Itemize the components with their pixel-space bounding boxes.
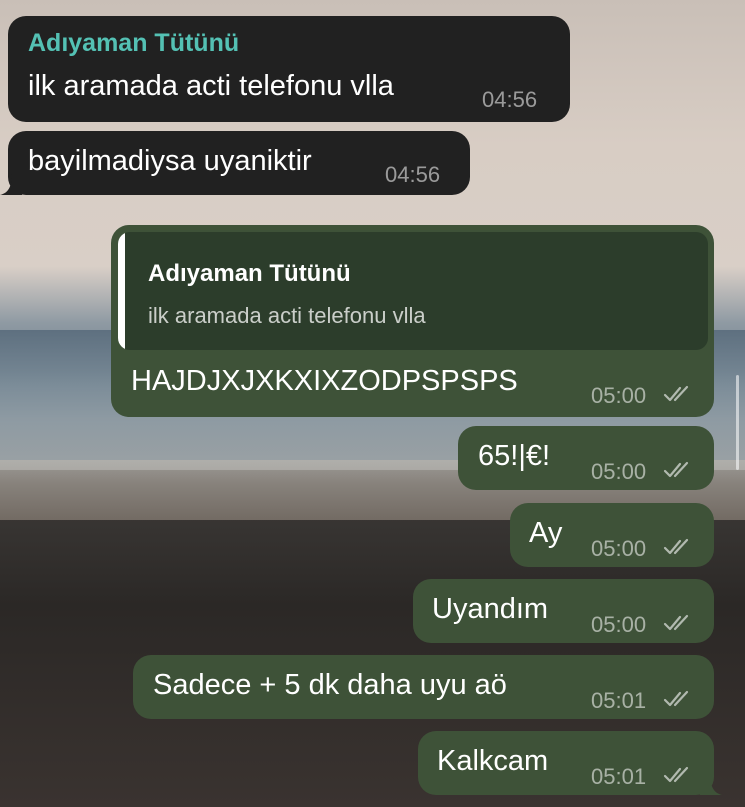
- outgoing-message[interactable]: Ay 05:00: [510, 503, 714, 567]
- message-time: 05:00: [591, 459, 647, 484]
- message-text: Sadece + 5 dk daha uyu aö: [153, 669, 507, 701]
- outgoing-message[interactable]: 65!|€! 05:00: [458, 426, 714, 490]
- message-text: ilk aramada acti telefonu vlla: [28, 70, 394, 102]
- double-check-icon: [663, 690, 689, 707]
- message-time: 04:56: [482, 87, 538, 112]
- double-check-icon: [663, 614, 689, 631]
- message-text: Uyandım: [432, 593, 549, 625]
- scroll-indicator[interactable]: [736, 375, 739, 470]
- message-text: Ay: [529, 517, 563, 549]
- reply-quote-bar: [118, 232, 125, 350]
- double-check-icon: [663, 538, 689, 555]
- message-time: 05:00: [591, 612, 647, 637]
- message-time: 04:56: [385, 162, 441, 187]
- message-text: 65!|€!: [478, 440, 551, 472]
- outgoing-message[interactable]: Sadece + 5 dk daha uyu aö 05:01: [133, 655, 714, 719]
- sender-name[interactable]: Adıyaman Tütünü: [28, 29, 239, 58]
- double-check-icon: [663, 385, 689, 402]
- reply-quote-text: ilk aramada acti telefonu vlla: [148, 303, 426, 328]
- bubble-tail-icon: [0, 173, 22, 195]
- reply-quote[interactable]: Adıyaman Tütünü ilk aramada acti telefon…: [118, 232, 708, 350]
- message-time: 05:01: [591, 764, 647, 789]
- reply-sender-name: Adıyaman Tütünü: [148, 260, 351, 287]
- outgoing-message[interactable]: Kalkcam 05:01: [418, 731, 722, 795]
- incoming-message[interactable]: bayilmadiysa uyaniktir 04:56: [0, 131, 470, 195]
- incoming-message[interactable]: Adıyaman Tütünü ilk aramada acti telefon…: [8, 16, 570, 122]
- outgoing-message[interactable]: Uyandım 05:00: [413, 579, 714, 643]
- message-time: 05:00: [591, 536, 647, 561]
- double-check-icon: [663, 461, 689, 478]
- message-text: Kalkcam: [437, 745, 549, 777]
- double-check-icon: [663, 766, 689, 783]
- message-time: 05:00: [591, 383, 647, 408]
- message-text: bayilmadiysa uyaniktir: [28, 145, 312, 177]
- message-text: HAJDJXJXKXIXZODPSPSPS: [131, 365, 518, 397]
- bubble-tail-icon: [700, 773, 722, 795]
- message-time: 05:01: [591, 688, 647, 713]
- outgoing-message[interactable]: Adıyaman Tütünü ilk aramada acti telefon…: [111, 225, 714, 417]
